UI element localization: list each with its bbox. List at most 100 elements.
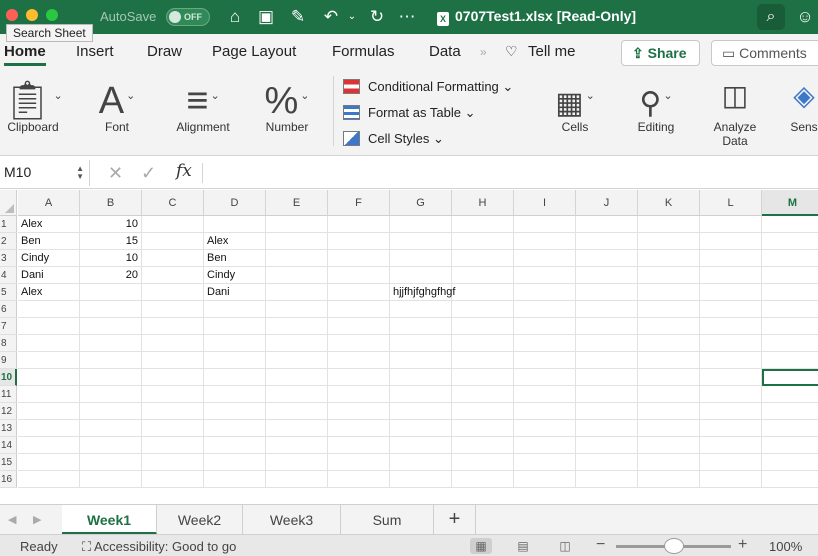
cell-a8[interactable] <box>18 335 80 352</box>
zoom-slider-handle[interactable] <box>664 538 684 554</box>
cell-i8[interactable] <box>514 335 576 352</box>
cell-l3[interactable] <box>700 250 762 267</box>
cell-k1[interactable] <box>638 216 700 233</box>
cell-d3[interactable]: Ben <box>204 250 266 267</box>
cell-m4[interactable] <box>762 267 818 284</box>
row-header-3[interactable]: 3 <box>0 250 17 267</box>
cell-j15[interactable] <box>576 454 638 471</box>
font-group[interactable]: A ⌄ Font <box>84 68 150 156</box>
cell-d13[interactable] <box>204 420 266 437</box>
sheet-tab-week2[interactable]: Week2 <box>157 505 243 535</box>
cell-h14[interactable] <box>452 437 514 454</box>
zoom-in-button[interactable]: + <box>738 536 747 554</box>
cell-c10[interactable] <box>142 369 204 386</box>
name-box-stepper-icon[interactable]: ▲ ▼ <box>76 165 84 181</box>
cell-b4[interactable]: 20 <box>80 267 142 284</box>
cell-i7[interactable] <box>514 318 576 335</box>
cell-f15[interactable] <box>328 454 390 471</box>
cell-i16[interactable] <box>514 471 576 488</box>
cell-i4[interactable] <box>514 267 576 284</box>
cell-b5[interactable] <box>80 284 142 301</box>
row-header-5[interactable]: 5 <box>0 284 17 301</box>
cell-m12[interactable] <box>762 403 818 420</box>
analyze-data-group[interactable]: ◫ Analyze Data <box>704 68 766 156</box>
cell-h16[interactable] <box>452 471 514 488</box>
more-icon[interactable]: ⋯ <box>396 6 418 28</box>
cell-f11[interactable] <box>328 386 390 403</box>
function-icon[interactable]: fx <box>176 161 192 181</box>
column-header-k[interactable]: K <box>638 190 700 216</box>
cell-l9[interactable] <box>700 352 762 369</box>
cell-b7[interactable] <box>80 318 142 335</box>
cell-l8[interactable] <box>700 335 762 352</box>
row-header-9[interactable]: 9 <box>0 352 17 369</box>
cell-c7[interactable] <box>142 318 204 335</box>
sensitivity-group[interactable]: ◈ Sens <box>782 68 818 156</box>
cell-i2[interactable] <box>514 233 576 250</box>
cell-a5[interactable]: Alex <box>18 284 80 301</box>
cell-c4[interactable] <box>142 267 204 284</box>
cell-k13[interactable] <box>638 420 700 437</box>
cell-k7[interactable] <box>638 318 700 335</box>
row-header-15[interactable]: 15 <box>0 454 17 471</box>
cell-k11[interactable] <box>638 386 700 403</box>
cell-k8[interactable] <box>638 335 700 352</box>
cell-b1[interactable]: 10 <box>80 216 142 233</box>
cell-a16[interactable] <box>18 471 80 488</box>
cell-h5[interactable] <box>452 284 514 301</box>
cell-b2[interactable]: 15 <box>80 233 142 250</box>
cell-i14[interactable] <box>514 437 576 454</box>
cell-e8[interactable] <box>266 335 328 352</box>
cell-d6[interactable] <box>204 301 266 318</box>
cell-c16[interactable] <box>142 471 204 488</box>
cells-group[interactable]: ▦ ⌄ Cells <box>542 68 608 156</box>
row-header-14[interactable]: 14 <box>0 437 17 454</box>
cell-g10[interactable] <box>390 369 452 386</box>
editing-group[interactable]: ⚲ ⌄ Editing <box>623 68 689 156</box>
cell-h6[interactable] <box>452 301 514 318</box>
row-header-13[interactable]: 13 <box>0 420 17 437</box>
cell-j7[interactable] <box>576 318 638 335</box>
cell-e3[interactable] <box>266 250 328 267</box>
cell-k14[interactable] <box>638 437 700 454</box>
column-header-b[interactable]: B <box>80 190 142 216</box>
cell-h10[interactable] <box>452 369 514 386</box>
cell-d4[interactable]: Cindy <box>204 267 266 284</box>
cell-m14[interactable] <box>762 437 818 454</box>
cell-e14[interactable] <box>266 437 328 454</box>
cell-k2[interactable] <box>638 233 700 250</box>
row-header-1[interactable]: 1 <box>0 216 17 233</box>
cell-m9[interactable] <box>762 352 818 369</box>
cell-k10[interactable] <box>638 369 700 386</box>
cell-k12[interactable] <box>638 403 700 420</box>
cell-m15[interactable] <box>762 454 818 471</box>
cell-b6[interactable] <box>80 301 142 318</box>
cell-l14[interactable] <box>700 437 762 454</box>
number-group[interactable]: % ⌄ Number <box>256 68 318 156</box>
cell-j1[interactable] <box>576 216 638 233</box>
cell-l6[interactable] <box>700 301 762 318</box>
tab-insert[interactable]: Insert <box>76 43 114 60</box>
cell-h3[interactable] <box>452 250 514 267</box>
conditional-formatting-button[interactable]: Conditional Formatting ⌄ <box>343 78 533 104</box>
column-header-l[interactable]: L <box>700 190 762 216</box>
cell-g4[interactable] <box>390 267 452 284</box>
cell-f8[interactable] <box>328 335 390 352</box>
comments-button[interactable]: ▭ Comments <box>711 40 818 66</box>
cell-f2[interactable] <box>328 233 390 250</box>
clipboard-group[interactable]: 📋︎ ⌄ Clipboard <box>0 68 66 156</box>
cell-e9[interactable] <box>266 352 328 369</box>
cell-f6[interactable] <box>328 301 390 318</box>
cell-a12[interactable] <box>18 403 80 420</box>
cell-m6[interactable] <box>762 301 818 318</box>
cell-c3[interactable] <box>142 250 204 267</box>
cell-b15[interactable] <box>80 454 142 471</box>
cell-b13[interactable] <box>80 420 142 437</box>
cell-g6[interactable] <box>390 301 452 318</box>
cell-a9[interactable] <box>18 352 80 369</box>
cell-k4[interactable] <box>638 267 700 284</box>
cell-j6[interactable] <box>576 301 638 318</box>
format-as-table-button[interactable]: Format as Table ⌄ <box>343 104 533 130</box>
zoom-out-button[interactable]: − <box>596 536 605 554</box>
cell-a2[interactable]: Ben <box>18 233 80 250</box>
